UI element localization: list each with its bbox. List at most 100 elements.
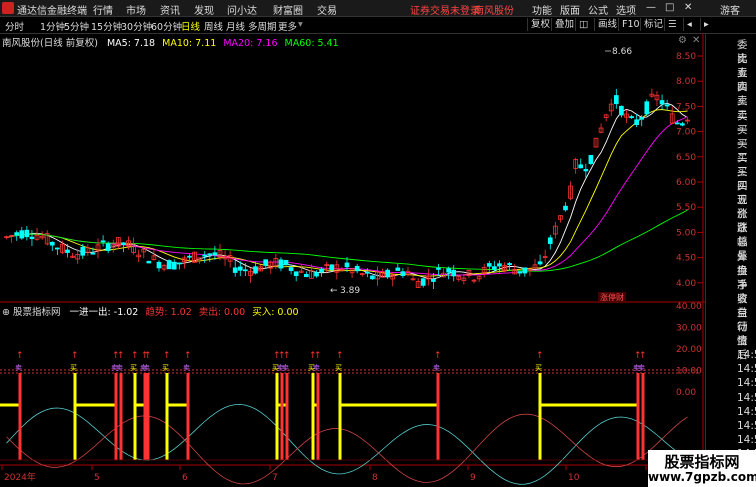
indicator-axis: 40.00 30.00 20.00 10.00 0.00 [0,302,702,398]
fuquan-button[interactable]: 复权 [527,18,553,31]
f10-button[interactable]: F10 [618,18,643,31]
quote-label: 14:5 [737,433,756,446]
date-tick: 9 [470,473,476,483]
period-tab-30min[interactable]: 30分钟 [121,19,152,33]
minimize-icon[interactable]: — [646,2,656,13]
candle-body [171,261,177,270]
candle-body [370,275,375,280]
indicator-tick: 30.00 [676,324,702,334]
candle-body [24,229,30,238]
indicator-tick: 10.00 [676,367,702,377]
signal-bar [311,373,315,460]
buy-arrow-icon: ↑ [144,351,152,361]
signal-bar [636,373,640,460]
huaxian-button[interactable]: 画线 [594,18,620,31]
menu-item-gongshi[interactable]: 公式 [588,2,608,17]
buy-arrow-icon: ↑ [184,351,192,361]
period-tab-15min[interactable]: 15分钟 [91,19,122,33]
indicator-tick: 0.00 [676,388,696,398]
price-tick: 4.50 [676,254,696,264]
candle-body [288,267,294,271]
diejia-button[interactable]: 叠加 [551,18,577,31]
buy-arrow-icon: ↑ [131,351,139,361]
candle-body [100,240,106,243]
signal-bar [165,373,169,460]
price-tick: 6.50 [676,153,696,163]
candle-body [446,268,451,273]
period-tab-daily[interactable]: 日线 [181,19,200,33]
quote-label: 14:5 [737,363,756,376]
biaoji-button[interactable]: 标记 [640,18,666,31]
menu-item-gongneng[interactable]: 功能 [532,2,552,17]
menu-item-jiaoyi[interactable]: 交易 [317,2,337,17]
quote-label: 14:5 [737,377,756,390]
signal-bar [285,373,289,460]
period-tab-5min[interactable]: 5分钟 [64,19,89,33]
period-tab-more[interactable]: 更多 [278,19,297,33]
period-tab-multi[interactable]: 多周期 [248,19,277,33]
signal-bar [143,373,147,460]
signal-bar [338,373,342,460]
login-notice[interactable]: 证券交易未登录 [410,2,480,17]
candle-body [639,117,645,120]
menu-item-shichang[interactable]: 市场 [126,2,146,17]
menu-item-hangqing[interactable]: 行情 [93,2,113,17]
menu-item-zixun[interactable]: 资讯 [160,2,180,17]
menu-item-banmian[interactable]: 版面 [560,2,580,17]
buy-arrow-icon: ↑ [639,351,647,361]
candle-body [517,271,523,274]
kline-chart[interactable]: 8.508.007.507.006.506.005.505.004.504.00… [0,34,705,487]
menu-item-caifuquan[interactable]: 财富圈 [273,2,303,17]
title-bar: 通达信金融终端 行情 市场 资讯 发现 问小达 财富圈 交易 证券交易未登录 南… [0,0,756,17]
candle-body [207,253,213,256]
buy-arrow-icon: ↑ [536,351,544,361]
dropdown-icon[interactable]: ▾ [298,19,303,30]
signal-bar [538,373,542,460]
candle-body [537,261,543,265]
candle-body [507,263,512,265]
period-tab-monthly[interactable]: 月线 [226,19,245,33]
candle-body [29,236,35,240]
stock-tag[interactable]: 涨停财 [600,292,624,302]
period-tab-60min[interactable]: 60分钟 [151,19,182,33]
signal-bar [186,373,190,460]
signal-label: 买 [335,364,342,372]
prev-icon[interactable]: ◂ [683,18,695,31]
period-tab-1min[interactable]: 1分钟 [40,19,65,33]
next-icon[interactable]: ▸ [700,18,712,31]
signal-label: 卖 [638,364,645,372]
candle-body [674,122,680,125]
price-tick: 8.50 [676,52,696,62]
candle-body [212,252,218,256]
signal-label: 卖 [183,364,190,372]
date-axis: 2024年567891011 [1,465,659,483]
signal-label: 卖 [116,364,123,372]
candle-body [319,268,324,273]
date-tick: 10 [568,473,580,483]
date-tick: 8 [372,473,378,483]
menu-item-faxian[interactable]: 发现 [194,2,214,17]
list-icon[interactable]: ☰ [664,18,680,31]
candle-body [314,272,319,277]
candle-body [619,105,624,116]
period-tab-weekly[interactable]: 周线 [204,19,223,33]
candle-body [55,247,60,250]
stock-tab[interactable]: 南风股份 [474,2,514,17]
signal-bar [146,373,150,460]
low-price-label: 3.89 [340,286,360,296]
signal-label: 卖 [282,364,289,372]
signal-label: 买 [162,364,169,372]
candle-body [14,232,20,236]
signal-bar [275,373,279,460]
candle-body [243,269,248,272]
fenxi-icon[interactable]: ◫ [575,18,591,31]
close-icon[interactable]: ✕ [684,2,692,13]
guest-label[interactable]: 游客 [720,2,740,17]
candle-body [578,164,584,169]
maximize-icon[interactable]: □ [665,2,674,13]
menu-item-wenxiaoda[interactable]: 问小达 [227,2,257,17]
menu-item-xuanxiang[interactable]: 选项 [616,2,636,17]
quote-panel: 委比 卖五 卖四 卖三 卖二 卖一 买一 买二 买三 买四 买五 现价 涨跌 涨幅 总量 外盘 换手 净资 收益 自动… [705,34,756,487]
period-tab-fenshi[interactable]: 分时 [5,19,24,33]
signal-label: 卖 [313,364,320,372]
